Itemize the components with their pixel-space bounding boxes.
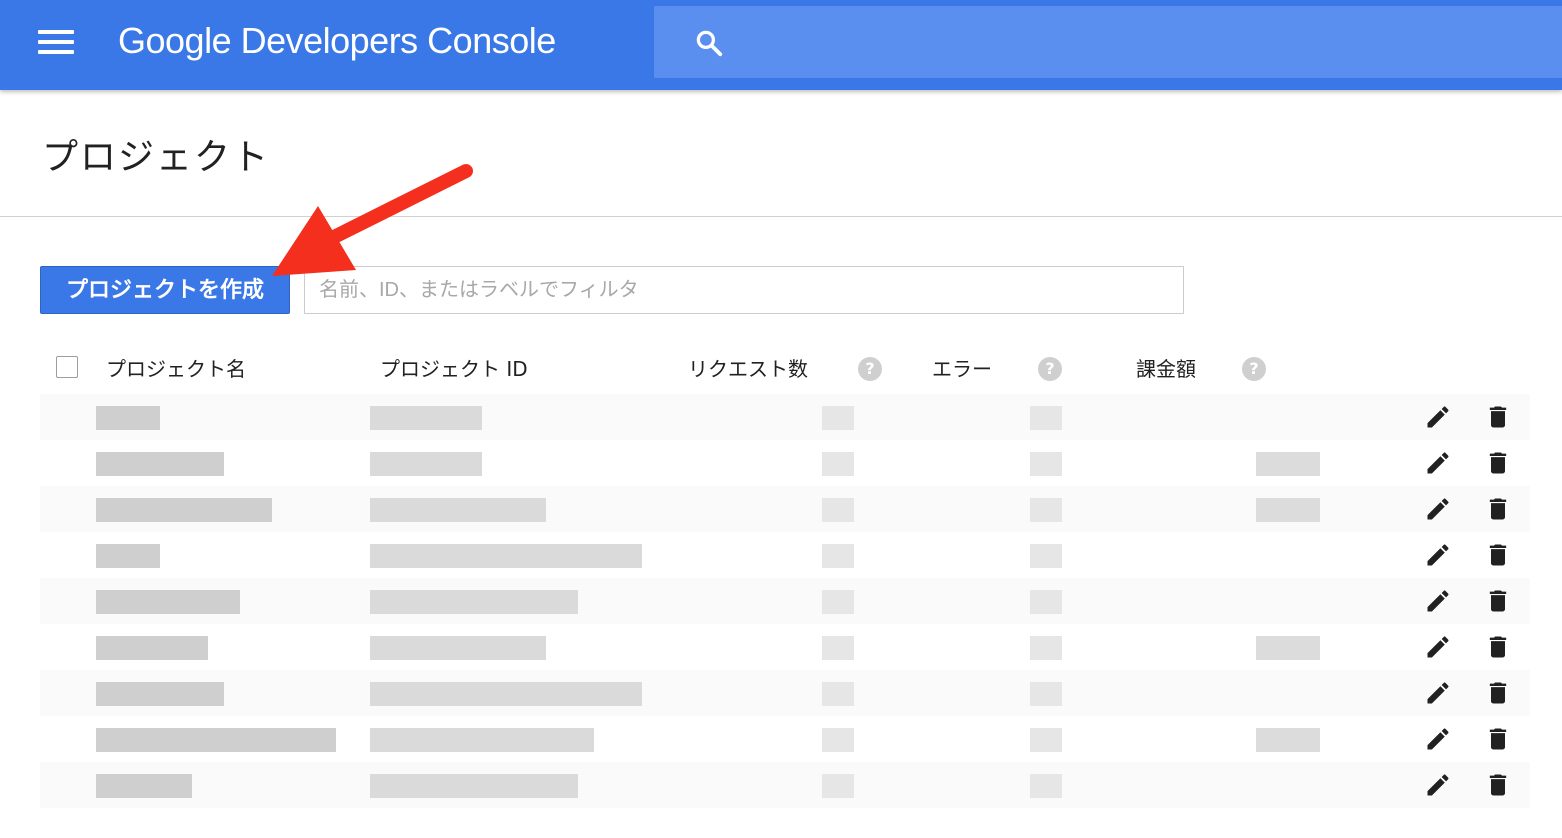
billing-help-icon[interactable]: ?	[1242, 357, 1266, 381]
delete-trash-icon[interactable]	[1484, 403, 1512, 431]
project-name-cell	[96, 544, 160, 568]
filter-input[interactable]	[304, 266, 1184, 314]
delete-trash-icon[interactable]	[1484, 633, 1512, 661]
table-row[interactable]	[40, 578, 1530, 624]
edit-pencil-icon[interactable]	[1424, 449, 1452, 477]
project-id-cell	[370, 452, 482, 476]
project-name-cell	[96, 636, 208, 660]
table-row[interactable]	[40, 486, 1530, 532]
project-name-cell	[96, 590, 240, 614]
errors-cell	[1030, 452, 1062, 476]
app-title[interactable]: Google Developers Console	[118, 20, 556, 62]
project-name-cell	[96, 452, 224, 476]
requests-cell	[822, 544, 854, 568]
project-name-cell	[96, 774, 192, 798]
edit-pencil-icon[interactable]	[1424, 725, 1452, 753]
column-header-requests[interactable]: リクエスト数	[688, 354, 808, 384]
errors-cell	[1030, 406, 1062, 430]
delete-trash-icon[interactable]	[1484, 495, 1512, 523]
page-title: プロジェクト	[42, 137, 271, 178]
project-name-cell	[96, 498, 272, 522]
project-id-cell	[370, 590, 578, 614]
requests-cell	[822, 774, 854, 798]
project-name-cell	[96, 728, 336, 752]
delete-trash-icon[interactable]	[1484, 587, 1512, 615]
delete-trash-icon[interactable]	[1484, 771, 1512, 799]
column-header-billing[interactable]: 課金額	[1136, 354, 1196, 384]
project-id-cell	[370, 682, 642, 706]
requests-cell	[822, 406, 854, 430]
table-row[interactable]	[40, 624, 1530, 670]
requests-cell	[822, 728, 854, 752]
divider	[0, 216, 1562, 217]
search-bar[interactable]	[654, 6, 1562, 78]
table-row[interactable]	[40, 716, 1530, 762]
project-name-cell	[96, 406, 160, 430]
errors-cell	[1030, 682, 1062, 706]
edit-pencil-icon[interactable]	[1424, 587, 1452, 615]
billing-cell	[1256, 636, 1320, 660]
billing-cell	[1256, 728, 1320, 752]
delete-trash-icon[interactable]	[1484, 725, 1512, 753]
requests-help-icon[interactable]: ?	[858, 357, 882, 381]
search-input[interactable]	[744, 24, 1528, 62]
errors-cell	[1030, 544, 1062, 568]
delete-trash-icon[interactable]	[1484, 679, 1512, 707]
delete-trash-icon[interactable]	[1484, 541, 1512, 569]
table-row[interactable]	[40, 440, 1530, 486]
errors-help-icon[interactable]: ?	[1038, 357, 1062, 381]
edit-pencil-icon[interactable]	[1424, 633, 1452, 661]
delete-trash-icon[interactable]	[1484, 449, 1512, 477]
edit-pencil-icon[interactable]	[1424, 495, 1452, 523]
requests-cell	[822, 636, 854, 660]
table-row[interactable]	[40, 532, 1530, 578]
errors-cell	[1030, 728, 1062, 752]
create-project-button[interactable]: プロジェクトを作成	[40, 266, 290, 314]
edit-pencil-icon[interactable]	[1424, 403, 1452, 431]
errors-cell	[1030, 590, 1062, 614]
requests-cell	[822, 682, 854, 706]
requests-cell	[822, 498, 854, 522]
edit-pencil-icon[interactable]	[1424, 771, 1452, 799]
column-header-errors[interactable]: エラー	[932, 354, 992, 384]
project-id-cell	[370, 498, 546, 522]
project-id-cell	[370, 544, 642, 568]
billing-cell	[1256, 498, 1320, 522]
billing-cell	[1256, 452, 1320, 476]
table-row[interactable]	[40, 670, 1530, 716]
app-bar: Google Developers Console	[0, 0, 1562, 90]
project-id-cell	[370, 636, 546, 660]
project-id-cell	[370, 728, 594, 752]
edit-pencil-icon[interactable]	[1424, 679, 1452, 707]
table-row[interactable]	[40, 762, 1530, 808]
requests-cell	[822, 452, 854, 476]
column-header-project-name[interactable]: プロジェクト名	[106, 354, 246, 384]
requests-cell	[822, 590, 854, 614]
project-id-cell	[370, 774, 578, 798]
edit-pencil-icon[interactable]	[1424, 541, 1452, 569]
table-row[interactable]	[40, 394, 1530, 440]
search-icon[interactable]	[694, 28, 724, 58]
select-all-checkbox[interactable]	[56, 356, 78, 378]
project-name-cell	[96, 682, 224, 706]
project-id-cell	[370, 406, 482, 430]
hamburger-menu-icon[interactable]	[38, 30, 74, 56]
errors-cell	[1030, 636, 1062, 660]
column-header-project-id[interactable]: プロジェクト ID	[380, 354, 528, 384]
errors-cell	[1030, 498, 1062, 522]
errors-cell	[1030, 774, 1062, 798]
